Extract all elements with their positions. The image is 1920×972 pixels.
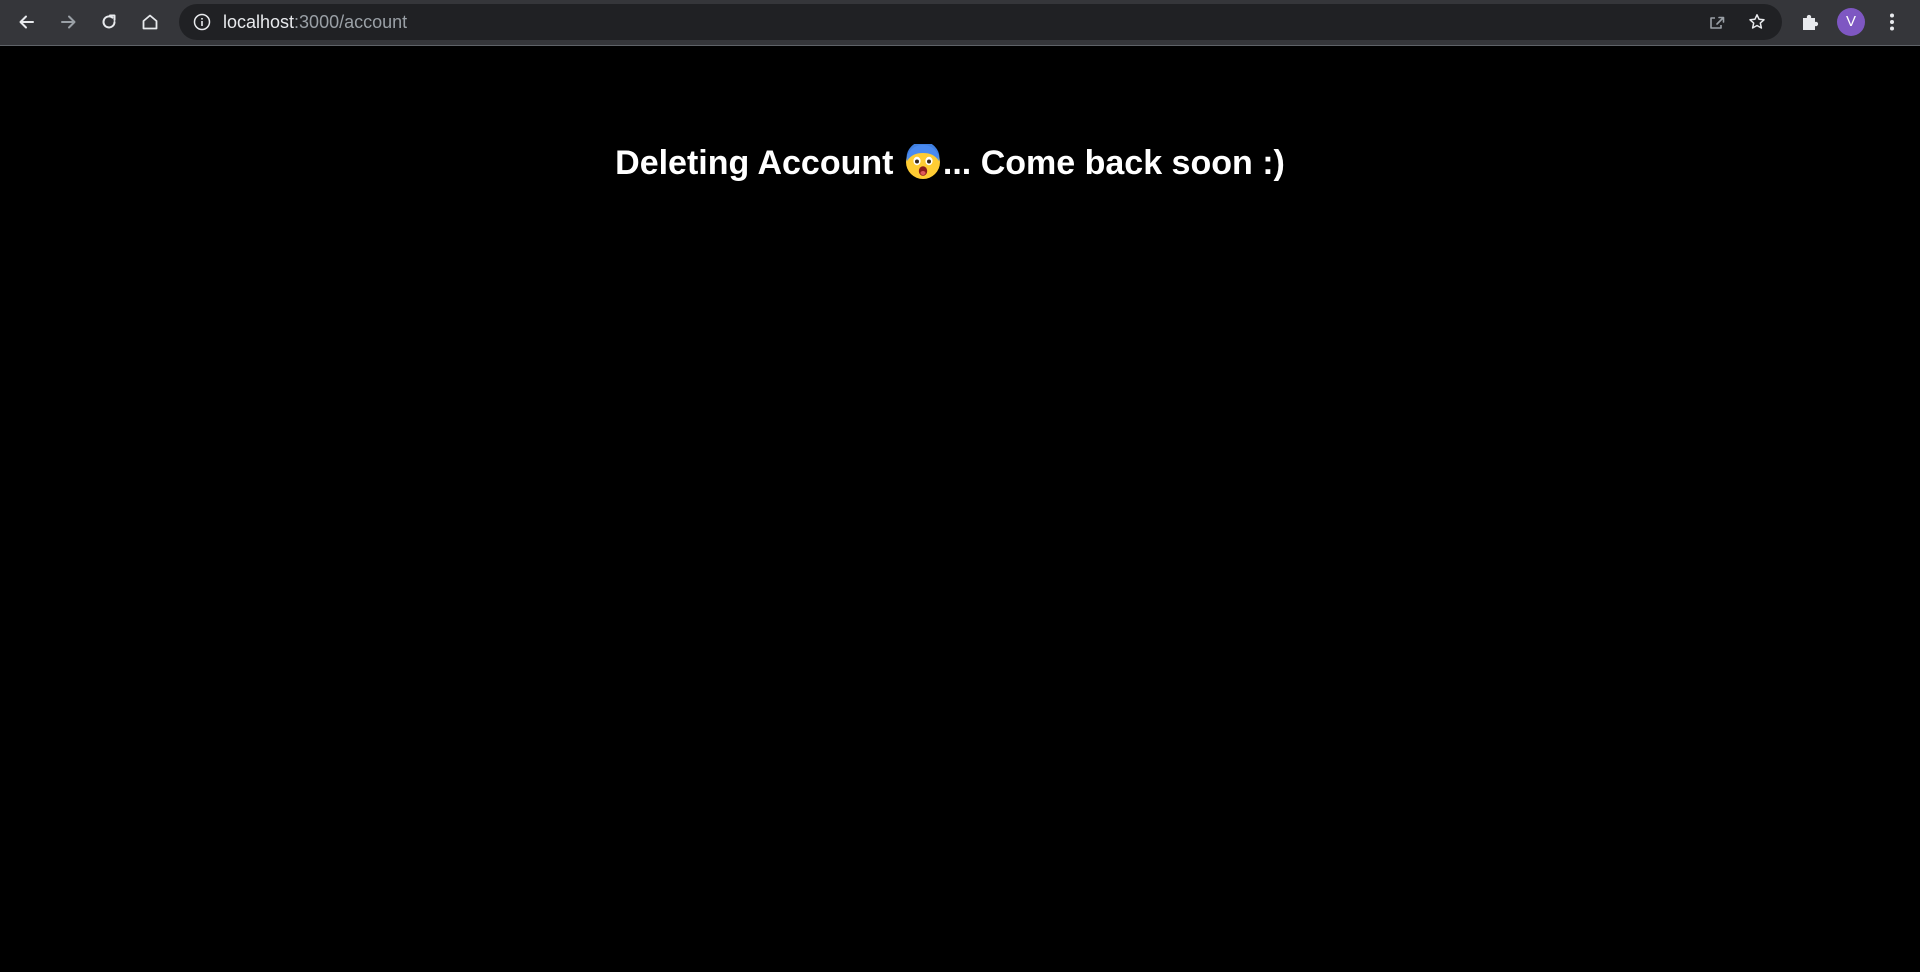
back-arrow-icon — [19, 15, 34, 29]
reload-button[interactable] — [92, 5, 126, 39]
url-path: :3000/account — [294, 12, 408, 32]
url-text[interactable]: localhost:3000/account — [223, 4, 407, 40]
profile-avatar[interactable]: V — [1837, 8, 1865, 36]
url-host: localhost — [223, 12, 295, 32]
kebab-menu-icon[interactable] — [1881, 11, 1903, 33]
forward-arrow-icon — [61, 15, 76, 29]
info-icon[interactable] — [193, 13, 211, 31]
share-icon[interactable] — [1707, 12, 1727, 32]
address-bar[interactable]: localhost:3000/account — [179, 4, 1782, 40]
page-content: Deleting Account ... Come back soon :) — [0, 47, 1920, 972]
page-title: Deleting Account ... Come back soon :) — [0, 144, 1900, 183]
puzzle-icon[interactable] — [1799, 11, 1821, 33]
home-button[interactable] — [133, 5, 167, 39]
heading-text-after: ... Come back soon :) — [942, 144, 1285, 182]
forward-button[interactable] — [51, 5, 85, 39]
heading-text-before: Deleting Account — [615, 144, 894, 182]
home-icon — [142, 14, 158, 30]
reload-icon — [102, 14, 116, 29]
fearful-face-icon — [905, 144, 940, 179]
browser-toolbar: localhost:3000/account V — [0, 0, 1920, 46]
back-button[interactable] — [10, 5, 44, 39]
star-icon[interactable] — [1747, 12, 1767, 32]
